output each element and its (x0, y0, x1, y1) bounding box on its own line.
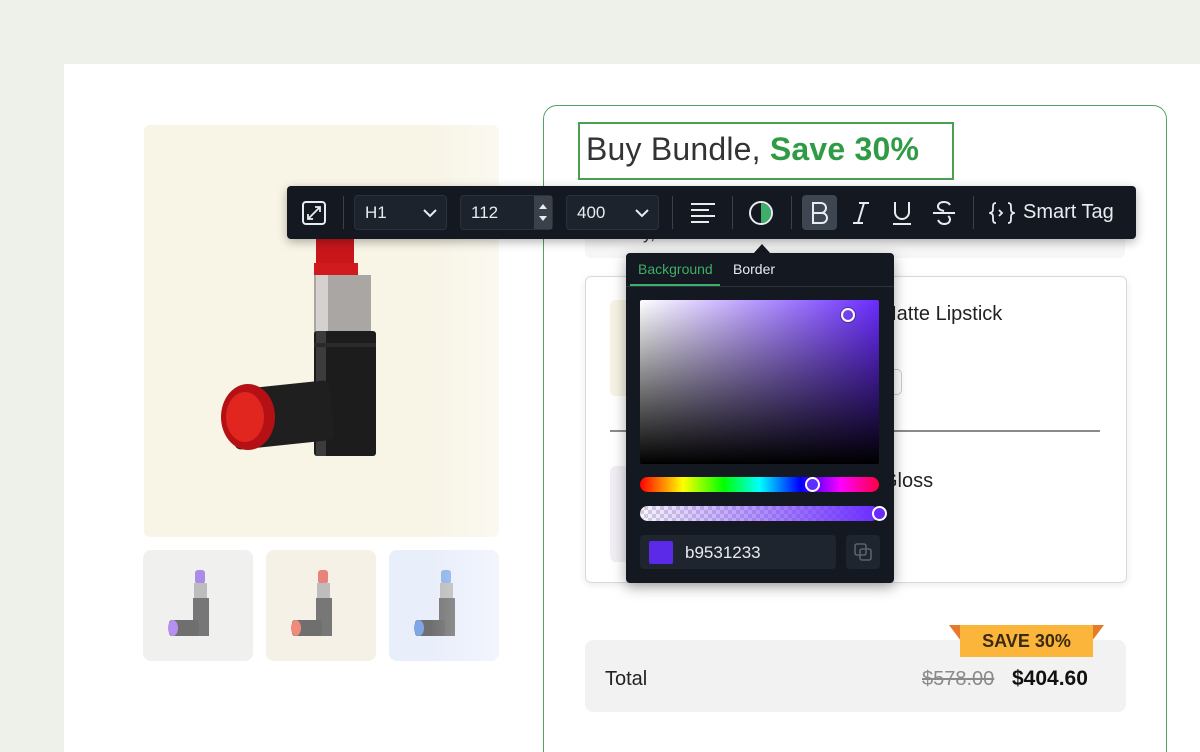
ribbon-fold-right (1092, 625, 1104, 641)
expand-icon (301, 200, 326, 225)
chevron-down-icon (423, 209, 437, 218)
font-weight-value: 400 (577, 203, 606, 222)
picker-tabs-divider (626, 286, 894, 287)
smart-tag-label: Smart Tag (1023, 201, 1114, 223)
copy-color-button[interactable] (846, 535, 880, 569)
thumbnail-blue-lipstick[interactable] (389, 550, 499, 661)
coral-lipstick-icon (291, 570, 332, 636)
tab-background[interactable]: Background (638, 261, 713, 277)
headline-accent: Save 30% (769, 131, 920, 167)
color-swatch (649, 541, 673, 564)
color-contrast-icon (748, 200, 773, 225)
save-badge: SAVE 30% (960, 625, 1093, 657)
total-label: Total (605, 668, 648, 690)
italic-button[interactable] (843, 195, 878, 230)
stepper-arrows-icon[interactable] (534, 196, 552, 229)
chevron-down-icon (635, 209, 649, 218)
tab-border[interactable]: Border (733, 261, 775, 277)
smart-tag-button[interactable]: Smart Tag (989, 195, 1114, 230)
hue-slider[interactable] (640, 477, 879, 492)
saturation-handle[interactable] (841, 308, 855, 322)
font-weight-select[interactable]: 400 (566, 195, 659, 230)
strikethrough-icon (932, 200, 955, 225)
hex-value[interactable]: b9531233 (685, 543, 761, 563)
hue-slider-handle[interactable] (805, 477, 820, 492)
bold-button[interactable] (802, 195, 837, 230)
italic-icon (852, 201, 869, 224)
underline-button[interactable] (884, 195, 919, 230)
strikethrough-button[interactable] (926, 195, 961, 230)
thumbnail-coral-lipstick[interactable] (266, 550, 376, 661)
toolbar-separator (973, 196, 974, 229)
font-size-stepper[interactable]: 112 (460, 195, 553, 230)
bundle-item-name: Matte Lipstick (880, 303, 1003, 325)
alpha-slider[interactable] (640, 506, 879, 521)
toolbar-separator (672, 196, 673, 229)
bundle-headline[interactable]: Buy Bundle, Save 30% (586, 131, 919, 168)
purple-lipstick-icon (168, 570, 209, 636)
expand-button[interactable] (296, 195, 331, 230)
saturation-value-area[interactable] (640, 300, 879, 464)
headline-prefix: Buy Bundle, (586, 131, 770, 167)
blue-lipstick-icon (414, 570, 455, 636)
original-price: $578.00 (922, 668, 995, 690)
font-size-value: 112 (471, 203, 499, 222)
thumbnail-purple-lipstick[interactable] (143, 550, 253, 661)
bold-icon (811, 201, 828, 224)
color-button[interactable] (743, 195, 778, 230)
discounted-price: $404.60 (1012, 667, 1088, 690)
align-left-icon (690, 202, 715, 223)
underline-icon (892, 201, 911, 225)
copy-icon (854, 543, 872, 561)
align-button[interactable] (685, 195, 720, 230)
toolbar-separator (732, 196, 733, 229)
text-format-toolbar: H1 112 400 Smart Tag (287, 186, 1136, 239)
heading-level-value: H1 (365, 203, 387, 222)
alpha-slider-handle[interactable] (872, 506, 887, 521)
heading-level-select[interactable]: H1 (354, 195, 447, 230)
toolbar-separator (791, 196, 792, 229)
toolbar-separator (343, 196, 344, 229)
smart-tag-icon (989, 201, 1015, 224)
